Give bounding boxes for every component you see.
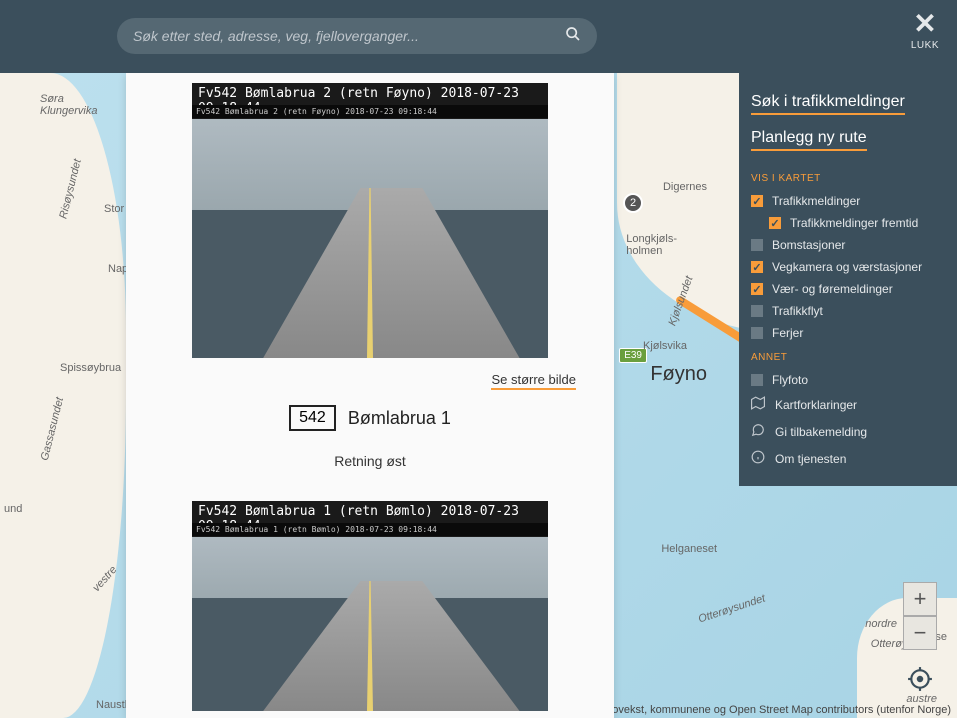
menu-label: Om tjenesten xyxy=(775,452,846,466)
layer-toggle[interactable]: Bomstasjoner xyxy=(751,234,945,256)
layer-label: Ferjer xyxy=(772,326,803,340)
search-wrapper xyxy=(117,18,597,54)
checkbox-icon xyxy=(751,195,763,207)
webcam-sub-bar: Fv542 Bømlabrua 2 (retn Føyno) 2018-07-2… xyxy=(192,105,548,118)
menu-label: Gi tilbakemelding xyxy=(775,425,867,439)
road-number-badge: 542 xyxy=(289,405,336,431)
checkbox-icon xyxy=(769,217,781,229)
layer-label: Trafikkmeldinger xyxy=(772,194,860,208)
toggle-flyfoto[interactable]: Flyfoto xyxy=(751,369,945,391)
checkbox-icon xyxy=(751,239,763,251)
layer-label: Trafikkmeldinger fremtid xyxy=(790,216,918,230)
webcam-sub-bar: Fv542 Bømlabrua 1 (retn Bømlo) 2018-07-2… xyxy=(192,523,548,536)
checkbox-icon xyxy=(751,261,763,273)
map-label: Otterøysundet xyxy=(697,593,767,626)
layer-label: Vegkamera og værstasjoner xyxy=(772,260,922,274)
layer-label: Trafikkflyt xyxy=(772,304,823,318)
layer-toggle[interactable]: Trafikkmeldinger fremtid xyxy=(751,212,945,234)
info-icon xyxy=(751,450,765,467)
layer-toggle[interactable]: Ferjer xyxy=(751,322,945,344)
menu-label: Kartforklaringer xyxy=(775,398,857,412)
map-marker-count[interactable]: 2 xyxy=(623,193,643,213)
map-label: Stor xyxy=(104,203,124,215)
header-bar: ✕ LUKK xyxy=(0,0,957,73)
side-panel: Søk i trafikkmeldinger Planlegg ny rute … xyxy=(739,73,957,486)
layer-toggle[interactable]: Vegkamera og værstasjoner xyxy=(751,256,945,278)
layer-label: Vær- og føremeldinger xyxy=(772,282,893,296)
camera-direction: Retning øst xyxy=(126,453,614,469)
menu-item[interactable]: Kartforklaringer xyxy=(751,391,945,418)
map-label: nordre xyxy=(865,618,897,630)
map-landmass xyxy=(0,73,126,718)
map-label-foyno: Føyno xyxy=(650,363,707,386)
zoom-in-button[interactable]: + xyxy=(903,582,937,616)
section-header-map: VIS I KARTET xyxy=(751,173,945,184)
menu-item[interactable]: Om tjenesten xyxy=(751,445,945,472)
layer-toggle[interactable]: Trafikkmeldinger xyxy=(751,190,945,212)
map-icon xyxy=(751,396,765,413)
layer-toggle[interactable]: Vær- og føremeldinger xyxy=(751,278,945,300)
close-button[interactable]: ✕ LUKK xyxy=(911,10,939,51)
checkbox-icon xyxy=(751,327,763,339)
locate-button[interactable] xyxy=(905,664,935,694)
camera-heading: 542 Bømlabrua 1 xyxy=(126,397,614,439)
map-label: Digernes xyxy=(663,181,707,193)
toggle-label: Flyfoto xyxy=(772,373,808,387)
section-header-other: ANNET xyxy=(751,352,945,363)
zoom-out-button[interactable]: − xyxy=(903,616,937,650)
map-label: und xyxy=(4,503,22,515)
menu-item[interactable]: Gi tilbakemelding xyxy=(751,418,945,445)
search-icon[interactable] xyxy=(565,26,581,47)
checkbox-icon xyxy=(751,305,763,317)
road-name: Bømlabrua 1 xyxy=(348,408,451,429)
camera-panel: Fv542 Bømlabrua 2 (retn Føyno) 2018-07-2… xyxy=(126,73,614,718)
layer-label: Bomstasjoner xyxy=(772,238,845,252)
link-traffic-search[interactable]: Søk i trafikkmeldinger xyxy=(751,93,905,115)
zoom-controls: + − xyxy=(903,582,937,650)
search-input[interactable] xyxy=(133,28,565,44)
map-label: Helganeset xyxy=(661,543,717,555)
close-icon: ✕ xyxy=(911,10,939,38)
link-larger-image[interactable]: Se større bilde xyxy=(491,372,576,390)
webcam-image-2[interactable]: Fv542 Bømlabrua 1 (retn Bømlo) 2018-07-2… xyxy=(192,501,548,711)
map-label: Kjølsvika xyxy=(643,340,687,352)
link-plan-route[interactable]: Planlegg ny rute xyxy=(751,129,867,151)
checkbox-icon xyxy=(751,374,763,386)
chat-icon xyxy=(751,423,765,440)
map-label: Longkjøls- holmen xyxy=(626,233,677,257)
webcam-image-1[interactable]: Fv542 Bømlabrua 2 (retn Føyno) 2018-07-2… xyxy=(192,83,548,358)
close-label: LUKK xyxy=(911,40,939,51)
checkbox-icon xyxy=(751,283,763,295)
map-label: Søra Klungervika xyxy=(40,93,97,117)
layer-toggle[interactable]: Trafikkflyt xyxy=(751,300,945,322)
map-label: Spissøybrua xyxy=(60,362,121,374)
